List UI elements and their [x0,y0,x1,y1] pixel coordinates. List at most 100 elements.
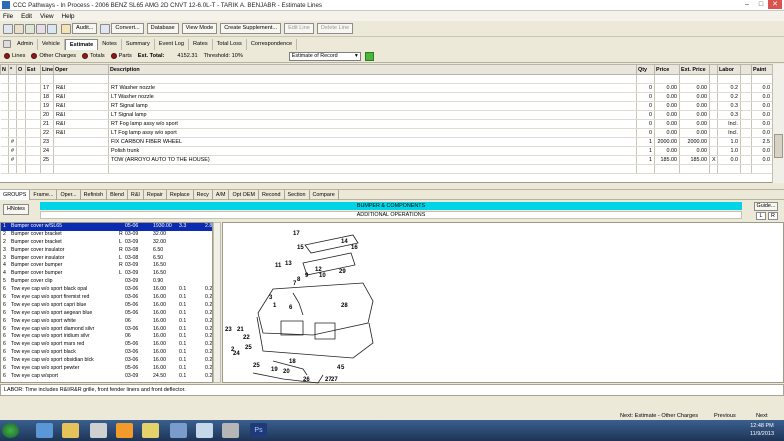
tab-estimate[interactable]: Estimate [64,38,99,50]
part-row[interactable]: 1 Bumper cover w/SL65 05-06 1930.00 3.3 2.8 [1,223,212,231]
grid-scrollbar[interactable] [772,64,784,183]
table-row[interactable]: #25 TOW (ARROYO AUTO TO THE HOUSE) 1 185.00… [0,155,773,165]
diagram-callout[interactable]: 8 [297,277,301,283]
tab-admin[interactable]: Admin [13,38,38,50]
additional-operations[interactable]: ADDITIONAL OPERATIONS [40,211,742,219]
part-row[interactable]: 3 Bumper cover insulator R 03-08 6.50 [1,247,212,255]
go-icon[interactable] [364,51,374,61]
replace-button[interactable]: Replace [167,189,194,200]
part-row[interactable]: 6 Tow eye cap w/o sport black opal 03-06 16… [1,286,212,294]
col-labor-flag[interactable] [740,64,752,75]
estimate-select[interactable]: Estimate of Record [288,51,361,61]
part-row[interactable]: 6 Tow eye cap w/o sport capri blue 05-06 16… [1,302,212,310]
diagram-callout[interactable]: 1 [273,303,277,309]
part-row[interactable]: 6 Tow eye cap w/o sport white 06 16.00 0.1 0.… [1,318,212,326]
table-row-empty[interactable] [0,164,773,174]
scrollbar-thumb[interactable] [774,134,783,158]
open-icon[interactable] [14,23,24,34]
diagram-callout[interactable]: 15 [297,245,304,251]
tab-correspondence[interactable]: Correspondence [247,38,298,50]
database-button[interactable]: Database [146,23,179,34]
guide-button[interactable]: Guide... [754,202,778,211]
part-row[interactable]: 6 Tow eye cap w/sport 03-09 24.50 0.1 0.2 [1,373,212,381]
next-button[interactable]: Next [756,412,768,420]
diagram-callout[interactable]: 6 [289,305,293,311]
col-line[interactable]: Line [40,64,54,75]
tab-vehicle[interactable]: Vehicle [38,38,65,50]
part-row[interactable]: 5 Bumper cover clip 03-09 0.90 [1,278,212,286]
col-n[interactable]: N [0,64,9,75]
diagram-callout[interactable]: 25 [253,363,260,369]
diagram-callout[interactable]: 20 [283,369,290,375]
col-flag[interactable] [709,64,718,75]
part-row[interactable]: 6 Tow eye cap w/o sport iridium silvr 06 16… [1,333,212,341]
repair-button[interactable]: Repair [144,189,167,200]
table-row[interactable]: 18 R&I LT Washer nozzle 0 0.00 0.00 0.2 0.0 [0,92,773,102]
col-paint[interactable]: Paint [751,64,773,75]
other-charges-radio[interactable] [31,53,38,59]
part-row[interactable]: 3 Bumper cover insulator L 03-08 6.50 [1,255,212,263]
table-row[interactable] [0,74,773,84]
table-row[interactable]: #24 Polish trunk 1 0.00 0.00 1.0 0.0 [0,146,773,156]
close-button[interactable]: ✕ [768,0,782,9]
part-row[interactable]: 4 Bumper cover bumper R 03-09 16.50 [1,262,212,270]
lines-radio[interactable] [4,53,10,59]
help-icon[interactable] [47,23,57,34]
refinish-button[interactable]: Refinish [81,189,108,200]
system-clock[interactable]: 12:48 PM 11/9/2013 [742,422,782,440]
calculator-icon[interactable] [36,23,46,34]
left-side-button[interactable]: L [756,212,766,220]
app-icon-2[interactable] [170,423,187,438]
col-ext-price[interactable]: Ext. Price [679,64,710,75]
diagram-callout[interactable]: 5 [341,365,345,371]
diagram-callout[interactable]: 16 [351,245,358,251]
table-row[interactable]: 17 R&I RT Washer nozzle 0 0.00 0.00 0.2 0.0 [0,83,773,93]
create-supplement-button[interactable]: Create Supplement... [220,23,282,34]
part-row[interactable]: 4 Bumper cover bumper L 03-09 16.50 [1,270,212,278]
part-row[interactable]: 2 Bumper cover bracket L 03-09 32.00 [1,239,212,247]
diagram-callout[interactable]: 25 [245,345,252,351]
next-section-label[interactable]: Next: Estimate - Other Charges [620,412,698,420]
diagram-callout[interactable]: 21 [237,327,244,333]
part-row[interactable]: 6 Tow eye cap w/o sport firemist red 03-06… [1,294,212,302]
diagram-callout[interactable]: 18 [289,359,296,365]
convert-icon[interactable] [100,23,111,34]
compare-button[interactable]: Compare [310,189,339,200]
maximize-button[interactable]: □ [754,0,768,9]
diagram-callout[interactable]: 27 [331,377,338,383]
table-row[interactable]: 21 R&I RT Fog lamp assy w/o sport 0 0.00 0.00… [0,119,773,129]
refresh-icon[interactable] [25,23,35,34]
menu-file[interactable]: File [3,13,13,20]
recy-button[interactable]: Recy [194,189,213,200]
delete-line-button[interactable]: Delete Line [316,23,354,34]
diagram-callout[interactable]: 29 [339,269,346,275]
app-icon-3[interactable] [222,423,239,438]
view-mode-button[interactable]: View Mode [181,23,218,34]
ie-icon[interactable] [36,423,53,438]
frame-button[interactable]: Frame... [30,189,58,200]
part-row[interactable]: 6 Tow eye cap w/o sport black 03-06 16.00 0.… [1,349,212,357]
diagram-callout[interactable]: 22 [243,335,250,341]
recond-button[interactable]: Recond [259,189,285,200]
am-button[interactable]: A/M [213,189,230,200]
section-button[interactable]: Section [285,189,310,200]
diagram-callout[interactable]: 28 [341,303,348,309]
menu-edit[interactable]: Edit [21,13,32,20]
tab-rates[interactable]: Rates [189,38,213,50]
part-row[interactable]: 6 Tow eye cap w/o sport obsidian blck 03-0… [1,357,212,365]
explorer-icon[interactable] [62,423,79,438]
parts-radio[interactable] [110,53,117,59]
tab-notes[interactable]: Notes [98,38,122,50]
print-icon[interactable] [3,23,13,34]
parts-diagram[interactable]: 17 15 14 16 13 11 12 10 29 9 8 7 3 1 6 28 23 21 22 24 2 25 4 19… [222,222,784,384]
oper-button[interactable]: Oper... [57,189,81,200]
media-icon[interactable] [90,423,107,438]
tab-summary[interactable]: Summary [122,38,155,50]
diagram-callout[interactable]: 17 [293,231,300,237]
parts-list-scrollbar[interactable] [213,222,221,383]
menu-help[interactable]: Help [62,13,75,20]
audit-button[interactable]: Audit... [72,23,98,34]
col-labor[interactable]: Labor [717,64,741,75]
blend-button[interactable]: Blend [107,189,128,200]
diagram-callout[interactable]: 10 [319,273,326,279]
